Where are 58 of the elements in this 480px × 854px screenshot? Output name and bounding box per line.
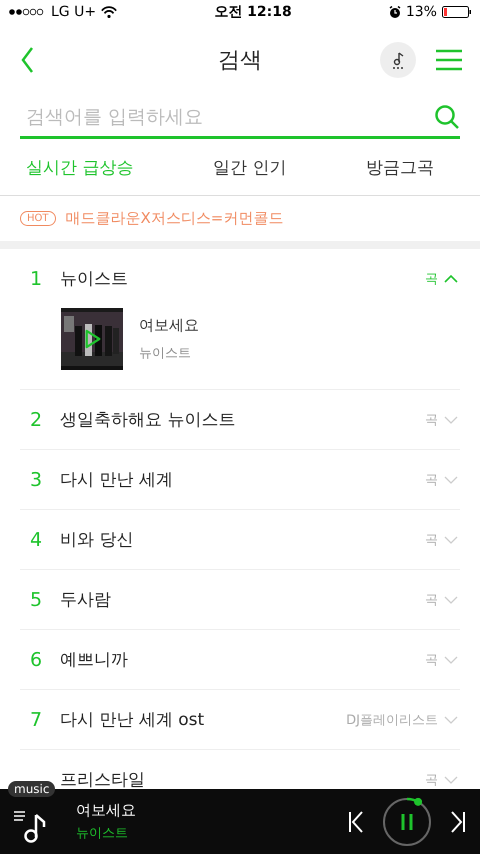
search-icon[interactable] (435, 104, 460, 130)
now-playing-artist: 뉴이스트 (76, 825, 129, 842)
next-icon[interactable] (450, 810, 466, 832)
back-icon[interactable] (20, 46, 34, 74)
rank-number: 6 (29, 648, 44, 670)
result-title[interactable]: 다시 만난 세계 ost (60, 708, 346, 731)
chevron-down-icon[interactable] (444, 594, 458, 604)
chevron-up-icon[interactable] (444, 274, 458, 284)
result-title[interactable]: 두사람 (60, 588, 425, 611)
result-type: 곡 (425, 412, 438, 428)
wifi-icon (101, 6, 118, 18)
play-icon[interactable] (84, 329, 102, 349)
result-type: 곡 (425, 270, 438, 288)
result-type: DJ플레이리스트 (346, 712, 438, 728)
rank-number: 4 (29, 528, 44, 550)
battery-percent: 13% (406, 4, 437, 20)
chevron-down-icon[interactable] (444, 534, 458, 544)
clock-time: 오전 12:18 (214, 3, 292, 21)
result-title[interactable]: 비와 당신 (60, 528, 425, 551)
music-badge: music (8, 781, 56, 797)
result-type: 곡 (425, 772, 438, 788)
tab[interactable]: 방금그곡 (366, 156, 434, 178)
search-field[interactable]: 검색어를 입력하세요 (20, 106, 435, 128)
song-title[interactable]: 여보세요 (139, 316, 199, 335)
music-note-icon (390, 50, 406, 70)
chevron-down-icon[interactable] (444, 714, 458, 724)
tab[interactable]: 일간 인기 (213, 156, 286, 178)
playlist-icon[interactable] (14, 808, 46, 842)
signal-icon (8, 7, 46, 17)
result-type: 곡 (425, 532, 438, 548)
result-title[interactable]: 다시 만난 세계 (60, 468, 425, 491)
music-note-button[interactable] (380, 42, 416, 78)
rank-number: 1 (29, 268, 44, 290)
result-title[interactable]: 생일축하해요 뉴이스트 (60, 408, 425, 431)
song-artist: 뉴이스트 (139, 345, 192, 362)
result-title[interactable]: 예쁘니까 (60, 648, 425, 671)
chevron-down-icon[interactable] (444, 774, 458, 784)
rank-number: 3 (29, 468, 44, 490)
menu-icon[interactable] (436, 49, 462, 71)
rank-number: 2 (29, 408, 44, 430)
pause-button[interactable] (382, 796, 432, 846)
result-type: 곡 (425, 592, 438, 608)
page-title: 검색 (218, 47, 262, 75)
carrier-name: LG U+ (51, 4, 96, 20)
now-playing-title: 여보세요 (76, 801, 137, 820)
chevron-down-icon[interactable] (444, 414, 458, 424)
result-type: 곡 (425, 652, 438, 668)
result-title[interactable]: 뉴이스트 (60, 267, 425, 290)
result-type: 곡 (425, 472, 438, 488)
hot-badge: HOT (20, 211, 56, 226)
rank-number: 5 (29, 588, 44, 610)
alarm-icon (388, 6, 401, 18)
rank-number: 7 (29, 708, 44, 730)
chevron-down-icon[interactable] (444, 474, 458, 484)
chevron-down-icon[interactable] (444, 654, 458, 664)
battery-icon (442, 6, 472, 18)
previous-icon[interactable] (348, 810, 364, 832)
result-title[interactable]: 프리스타일 (60, 768, 425, 789)
